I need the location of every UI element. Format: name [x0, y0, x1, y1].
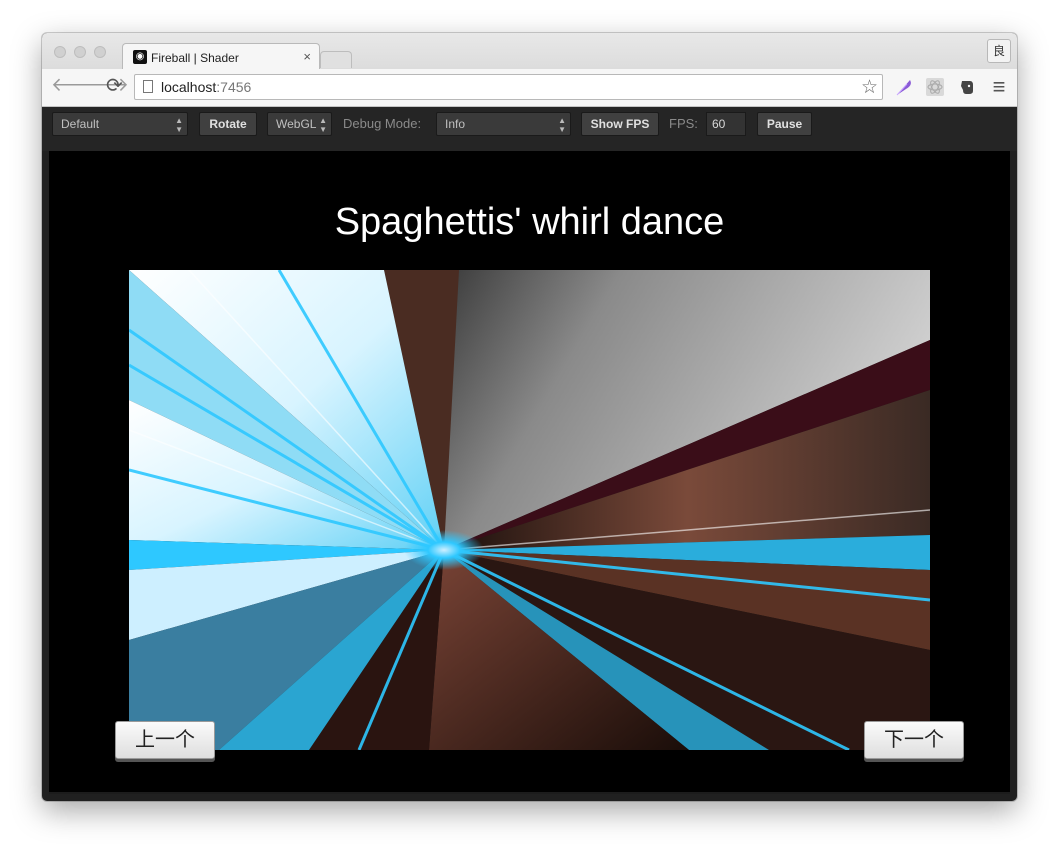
menu-icon[interactable]: ≡ [989, 76, 1009, 98]
device-select-value: Default [61, 117, 100, 131]
select-arrows-icon: ▲ ▼ [175, 116, 183, 134]
previous-button[interactable]: 上一个 [115, 721, 215, 759]
browser-window: ◉ Fireball | Shader × 良 🡐 🡒 ⟳ localhost:… [42, 33, 1017, 801]
reload-icon[interactable]: ⟳ [106, 76, 123, 96]
browser-tab[interactable]: ◉ Fireball | Shader × [122, 43, 320, 71]
renderer-select-value: WebGL [276, 117, 317, 131]
close-window-button[interactable] [54, 46, 66, 58]
page-icon [143, 80, 153, 93]
browser-toolbar: 🡐 🡒 ⟳ localhost:7456 ☆ ≡ [42, 69, 1017, 107]
game-canvas[interactable]: Spaghettis' whirl dance 上一个 下一个 [49, 151, 1010, 792]
fps-label: FPS: [669, 116, 698, 131]
device-select[interactable]: Default ▲ ▼ [52, 112, 188, 136]
shader-render [129, 270, 930, 750]
debug-mode-select-value: Info [445, 117, 466, 131]
url-port: :7456 [216, 79, 252, 95]
app-toolbar: Default ▲ ▼ Rotate WebGL ▲ ▼ Debug Mode: I… [42, 107, 1017, 151]
pause-button[interactable]: Pause [757, 112, 812, 136]
tab-close-icon[interactable]: × [303, 49, 311, 64]
select-arrows-icon: ▲ ▼ [558, 116, 566, 134]
debug-mode-label: Debug Mode: [343, 116, 422, 131]
tab-strip: ◉ Fireball | Shader × 良 [42, 33, 1017, 71]
debug-mode-select[interactable]: Info ▲ ▼ [436, 112, 571, 136]
next-button[interactable]: 下一个 [864, 721, 964, 759]
select-arrows-icon: ▲ ▼ [319, 116, 327, 134]
fps-input[interactable]: 60 [706, 112, 746, 136]
url-text: localhost:7456 [161, 79, 251, 95]
address-bar[interactable]: localhost:7456 ☆ [134, 74, 883, 100]
profile-button[interactable]: 良 [987, 39, 1011, 63]
maximize-window-button[interactable] [94, 46, 106, 58]
new-tab-button[interactable] [320, 51, 352, 68]
renderer-select[interactable]: WebGL ▲ ▼ [267, 112, 332, 136]
bookmark-star-icon[interactable]: ☆ [861, 76, 878, 99]
minimize-window-button[interactable] [74, 46, 86, 58]
fireball-favicon-icon: ◉ [133, 50, 147, 64]
react-extension-icon[interactable] [925, 77, 945, 97]
game-view-frame: Spaghettis' whirl dance 上一个 下一个 [49, 151, 1010, 794]
url-host: localhost [161, 79, 217, 95]
scene-title: Spaghettis' whirl dance [334, 201, 725, 243]
tab-title: Fireball | Shader [151, 51, 239, 65]
rotate-button[interactable]: Rotate [199, 112, 257, 136]
evernote-extension-icon[interactable] [957, 77, 977, 97]
feather-extension-icon[interactable] [894, 77, 914, 97]
show-fps-button[interactable]: Show FPS [581, 112, 659, 136]
